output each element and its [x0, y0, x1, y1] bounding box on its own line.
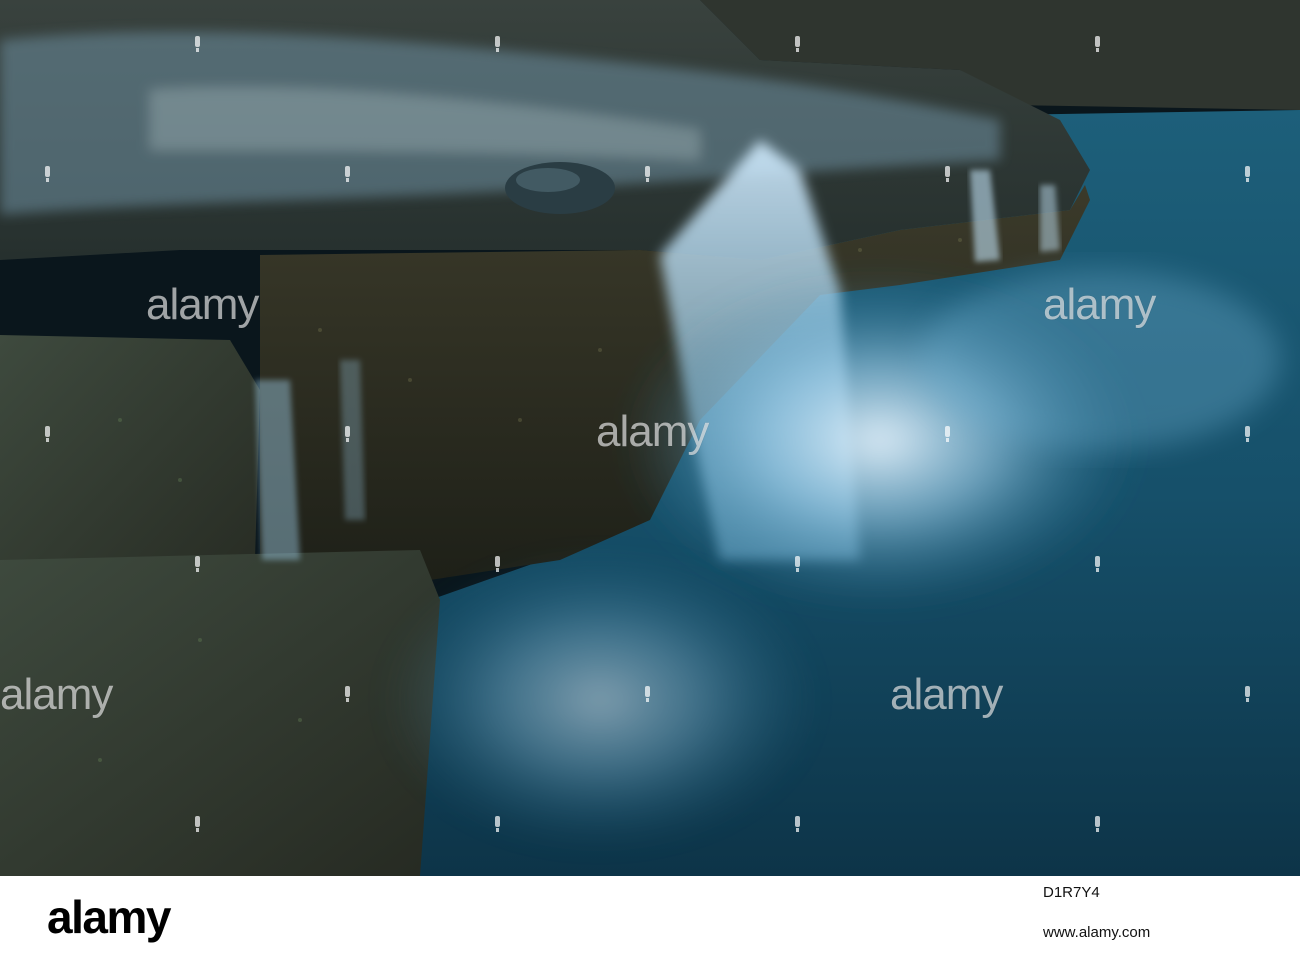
image-id: D1R7Y4 — [1043, 884, 1100, 901]
site-url[interactable]: www.alamy.com — [1043, 924, 1150, 941]
alamy-logo: alamy — [47, 891, 171, 943]
photo: alamy alamy alamy alamy alamy — [0, 0, 1300, 876]
footer-bar: alamy D1R7Y4 www.alamy.com — [0, 876, 1300, 965]
waterfall-scene — [0, 0, 1300, 876]
lower-left-rock — [0, 550, 440, 876]
